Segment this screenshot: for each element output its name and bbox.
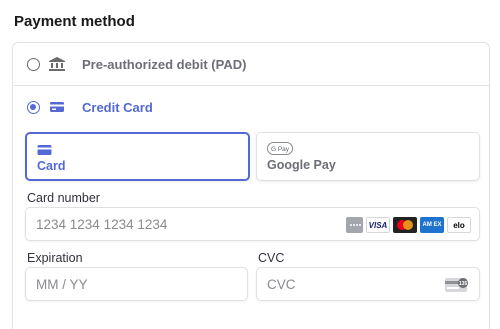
generic-card-icon	[346, 217, 363, 233]
cvc-input[interactable]: CVC 135	[256, 267, 480, 301]
tab-card-label: Card	[37, 159, 66, 173]
card-number-label: Card number	[27, 191, 100, 205]
payment-method-title: Payment method	[14, 13, 135, 30]
tab-card[interactable]: Card	[25, 132, 250, 181]
expiration-label: Expiration	[27, 251, 83, 265]
expiration-input[interactable]: MM / YY	[25, 267, 248, 301]
svg-text:G Pay: G Pay	[271, 146, 290, 153]
elo-icon: elo	[447, 217, 471, 233]
card-brands: VISA AM EX elo	[346, 217, 471, 233]
pad-label: Pre-authorized debit (PAD)	[82, 56, 247, 72]
mastercard-icon	[393, 217, 417, 233]
amex-icon: AM EX	[420, 217, 444, 233]
credit-card-label: Credit Card	[82, 99, 153, 115]
bank-icon	[49, 57, 65, 71]
card-number-placeholder: 1234 1234 1234 1234	[36, 217, 168, 232]
tab-google-pay[interactable]: G Pay Google Pay	[256, 132, 480, 181]
expiration-placeholder: MM / YY	[36, 277, 88, 292]
cvc-icon: 135	[445, 277, 469, 298]
credit-card-icon	[49, 100, 65, 114]
card-number-input[interactable]: 1234 1234 1234 1234 VISA AM EX elo	[25, 207, 480, 241]
payment-method-panel: Pre-authorized debit (PAD) Credit Card C…	[12, 42, 490, 329]
option-pad[interactable]: Pre-authorized debit (PAD)	[13, 43, 489, 85]
cvc-label: CVC	[258, 251, 285, 265]
svg-text:135: 135	[459, 281, 468, 287]
pad-radio[interactable]	[27, 57, 40, 71]
cvc-placeholder: CVC	[267, 277, 296, 292]
credit-card-radio[interactable]	[27, 100, 40, 114]
tab-google-pay-label: Google Pay	[267, 158, 336, 172]
visa-icon: VISA	[366, 217, 390, 233]
option-credit-card[interactable]: Credit Card	[13, 86, 489, 128]
